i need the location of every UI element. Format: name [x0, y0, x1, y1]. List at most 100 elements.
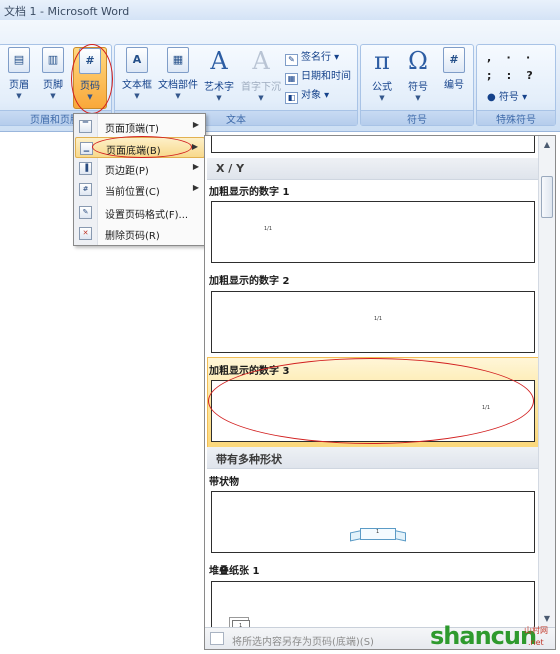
chevron-down-icon: ▼ — [50, 92, 56, 100]
gallery-scrollbar[interactable]: ▲ ▼ — [538, 136, 555, 628]
submenu-arrow-icon: ▶ — [192, 183, 199, 192]
signature-label: 签名行 — [301, 52, 331, 63]
number-button[interactable]: # 编号 — [437, 47, 471, 109]
watermark-net: .net — [528, 638, 544, 647]
page-bottom-gallery: X / Y 加粗显示的数字 1 1/1 加粗显示的数字 2 1/1 加粗显示的数… — [204, 135, 556, 650]
group-special-symbols: , · · ; : ? ● 符号 ▾ 特殊符号 — [476, 44, 556, 126]
special-symbol-button[interactable]: ● 符号 ▾ — [487, 88, 527, 104]
page-number-marker: 1/1 — [264, 226, 273, 232]
submenu-arrow-icon: ▶ — [191, 142, 198, 151]
page-number-marker: 1/1 — [374, 316, 383, 322]
menu-item-label: 设置页码格式(F)... — [105, 210, 189, 221]
chevron-down-icon: ▼ — [216, 94, 222, 102]
menu-item-label: 页面底端(B) — [106, 146, 161, 157]
dropcap-icon: A — [252, 47, 270, 75]
quickparts-icon: ▦ — [167, 47, 189, 73]
menu-item-format-page-numbers[interactable]: ✎ 设置页码格式(F)... — [75, 202, 205, 223]
submenu-arrow-icon: ▶ — [192, 162, 199, 171]
menu-item-remove-page-numbers[interactable]: ✕ 删除页码(R) — [75, 223, 205, 244]
page-number-menu: ▔ 页面顶端(T) ▶ ▁ 页面底端(B) ▶ ▐ 页边距(P) ▶ # 当前位… — [73, 113, 206, 246]
gallery-item-ribbon[interactable]: 1 — [211, 491, 535, 553]
group-label-special: 特殊符号 — [477, 110, 555, 125]
equation-button[interactable]: π 公式 ▼ — [365, 47, 399, 109]
datetime-button[interactable]: ▦ 日期和时间 — [285, 67, 351, 85]
chevron-down-icon: ▼ — [379, 94, 385, 102]
previous-thumbnail[interactable] — [211, 136, 535, 153]
format-icon: ✎ — [79, 206, 92, 219]
gallery-item-bold-number-2[interactable]: 1/1 — [211, 291, 535, 353]
bullet-icon: ● — [487, 92, 496, 103]
watermark-cn: 山村网 — [524, 626, 548, 635]
menu-item-top-of-page[interactable]: ▔ 页面顶端(T) ▶ — [75, 116, 205, 137]
quickparts-button[interactable]: ▦ 文档部件 ▼ — [157, 47, 199, 109]
signature-icon: ✎ — [285, 54, 298, 66]
page-number-button[interactable]: # 页码 ▼ — [73, 47, 107, 109]
page-bottom-icon: ▁ — [80, 142, 93, 155]
menu-item-bottom-of-page[interactable]: ▁ 页面底端(B) ▶ — [75, 137, 205, 158]
scrollbar-thumb[interactable] — [541, 176, 553, 218]
gallery-item-name: 带状物 — [209, 477, 239, 488]
gallery-item-name: 堆叠纸张 1 — [209, 566, 260, 577]
site-watermark: shancun 山村网 .net — [430, 620, 558, 654]
section-header-xy: X / Y — [207, 158, 539, 180]
save-gallery-icon — [210, 632, 224, 645]
omega-icon: Ω — [408, 47, 428, 75]
page-number-marker: 1/1 — [482, 405, 491, 411]
special-marks-row-2[interactable]: ; : ? — [487, 69, 533, 85]
textbox-button[interactable]: A 文本框 ▼ — [119, 47, 155, 109]
gallery-item-name: 加粗显示的数字 2 — [209, 276, 290, 287]
gallery-item-bold-number-3[interactable]: 1/1 — [211, 380, 535, 442]
header-icon: ▤ — [8, 47, 30, 73]
menu-item-label: 当前位置(C) — [105, 187, 160, 198]
special-marks-row-1[interactable]: , · · — [487, 51, 530, 67]
current-position-icon: # — [79, 183, 92, 196]
submenu-arrow-icon: ▶ — [192, 120, 199, 129]
textbox-label: 文本框 — [122, 80, 152, 91]
pi-icon: π — [374, 47, 390, 75]
window-title: 文档 1 - Microsoft Word — [0, 0, 560, 20]
menu-item-current-position[interactable]: # 当前位置(C) ▶ — [75, 179, 205, 200]
chevron-down-icon: ▼ — [175, 92, 181, 100]
wordart-label: 艺术字 — [204, 82, 234, 93]
wordart-button[interactable]: A 艺术字 ▼ — [201, 47, 237, 109]
save-selection-label: 将所选内容另存为页码(底端)(S) — [232, 637, 374, 648]
menu-item-page-margins[interactable]: ▐ 页边距(P) ▶ — [75, 158, 205, 179]
gallery-item-name: 加粗显示的数字 3 — [209, 366, 290, 377]
header-label: 页眉 — [9, 80, 29, 91]
page-margin-icon: ▐ — [79, 162, 92, 175]
ribbon-shape-icon: 1 — [350, 526, 406, 542]
gallery-scroll-area: X / Y 加粗显示的数字 1 1/1 加粗显示的数字 2 1/1 加粗显示的数… — [205, 136, 539, 628]
group-symbols: π 公式 ▼ Ω 符号 ▼ # 编号 符号 — [360, 44, 474, 126]
group-label-symbols: 符号 — [361, 110, 473, 125]
chevron-down-icon: ▼ — [87, 93, 93, 101]
section-header-shapes: 带有多种形状 — [207, 447, 539, 469]
page-number-icon: # — [79, 48, 101, 74]
remove-icon: ✕ — [79, 227, 92, 240]
chevron-down-icon: ▼ — [258, 94, 264, 102]
page-number-marker: 1 — [376, 529, 380, 535]
gallery-item-name: 加粗显示的数字 1 — [209, 187, 290, 198]
scroll-up-icon[interactable]: ▲ — [541, 139, 553, 151]
menu-item-label: 删除页码(R) — [105, 231, 160, 242]
dropcap-label: 首字下沉 — [241, 82, 281, 93]
gallery-item-bold-number-1[interactable]: 1/1 — [211, 201, 535, 263]
signature-line-button[interactable]: ✎ 签名行 ▾ — [285, 48, 339, 66]
object-button[interactable]: ◧ 对象 ▾ — [285, 86, 329, 104]
footer-icon: ▥ — [42, 47, 64, 73]
quickparts-label: 文档部件 — [158, 80, 198, 91]
watermark-main: shancun — [430, 622, 537, 650]
calendar-icon: ▦ — [285, 73, 298, 85]
footer-button[interactable]: ▥ 页脚 ▼ — [39, 47, 67, 109]
object-label: 对象 — [301, 90, 321, 101]
dropcap-button[interactable]: A 首字下沉 ▼ — [239, 47, 283, 109]
page-number-label: 页码 — [80, 81, 100, 92]
wordart-icon: A — [210, 47, 228, 75]
chevron-down-icon: ▼ — [16, 92, 22, 100]
symbol-button[interactable]: Ω 符号 ▼ — [401, 47, 435, 109]
footer-label: 页脚 — [43, 80, 63, 91]
header-button[interactable]: ▤ 页眉 ▼ — [5, 47, 33, 109]
chevron-down-icon: ▼ — [134, 92, 140, 100]
symbol-label: 符号 — [408, 82, 428, 93]
chevron-down-icon: ▼ — [415, 94, 421, 102]
textbox-icon: A — [126, 47, 148, 73]
